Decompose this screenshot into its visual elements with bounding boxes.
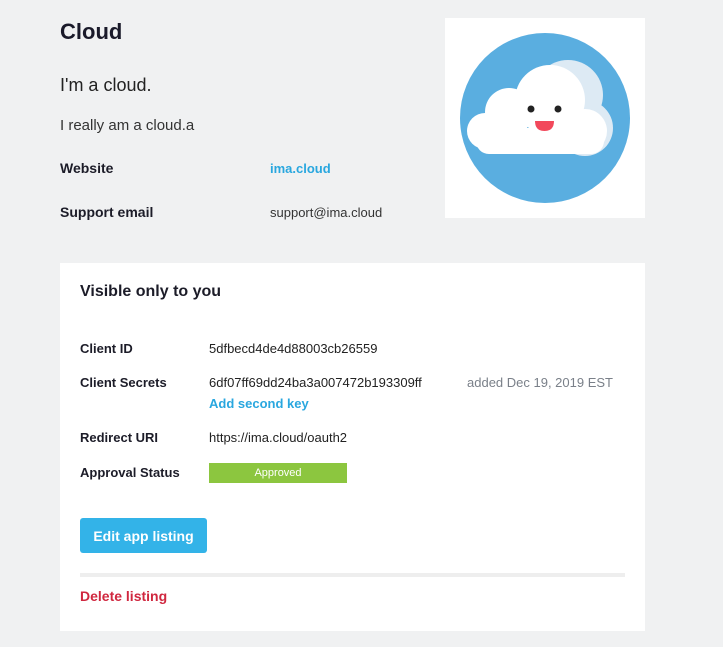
client-secret-value: 6df07ff69dd24ba3a007472b193309ff [209,375,422,390]
client-id-label: Client ID [80,341,133,356]
divider [80,573,625,577]
edit-app-listing-button[interactable]: Edit app listing [80,518,207,553]
approval-status-label: Approval Status [80,465,180,480]
client-secrets-label: Client Secrets [80,375,167,390]
section-title: Visible only to you [80,283,222,300]
redirect-uri-label: Redirect URI [80,430,159,445]
redirect-uri-value: https://ima.cloud/oauth2 [209,430,348,445]
website-link[interactable]: ima.cloud [270,161,331,176]
support-email-value: support@ima.cloud [270,205,383,220]
website-label: Website [60,160,114,176]
private-details-panel: Visible only to you Client ID 5dfbecd4de… [60,263,645,631]
app-title: Cloud [60,19,123,44]
delete-listing-link[interactable]: Delete listing [80,588,167,604]
app-description: I really am a cloud.a [60,117,195,134]
smiling-cloud-icon [460,33,630,203]
support-email-label: Support email [60,204,154,220]
app-tagline: I'm a cloud. [60,75,152,95]
approval-status-badge: Approved [209,463,347,483]
client-secret-added-date: added Dec 19, 2019 EST [467,375,613,390]
app-logo [445,18,645,218]
client-id-value: 5dfbecd4de4d88003cb26559 [209,341,378,356]
add-second-key-link[interactable]: Add second key [209,396,309,411]
